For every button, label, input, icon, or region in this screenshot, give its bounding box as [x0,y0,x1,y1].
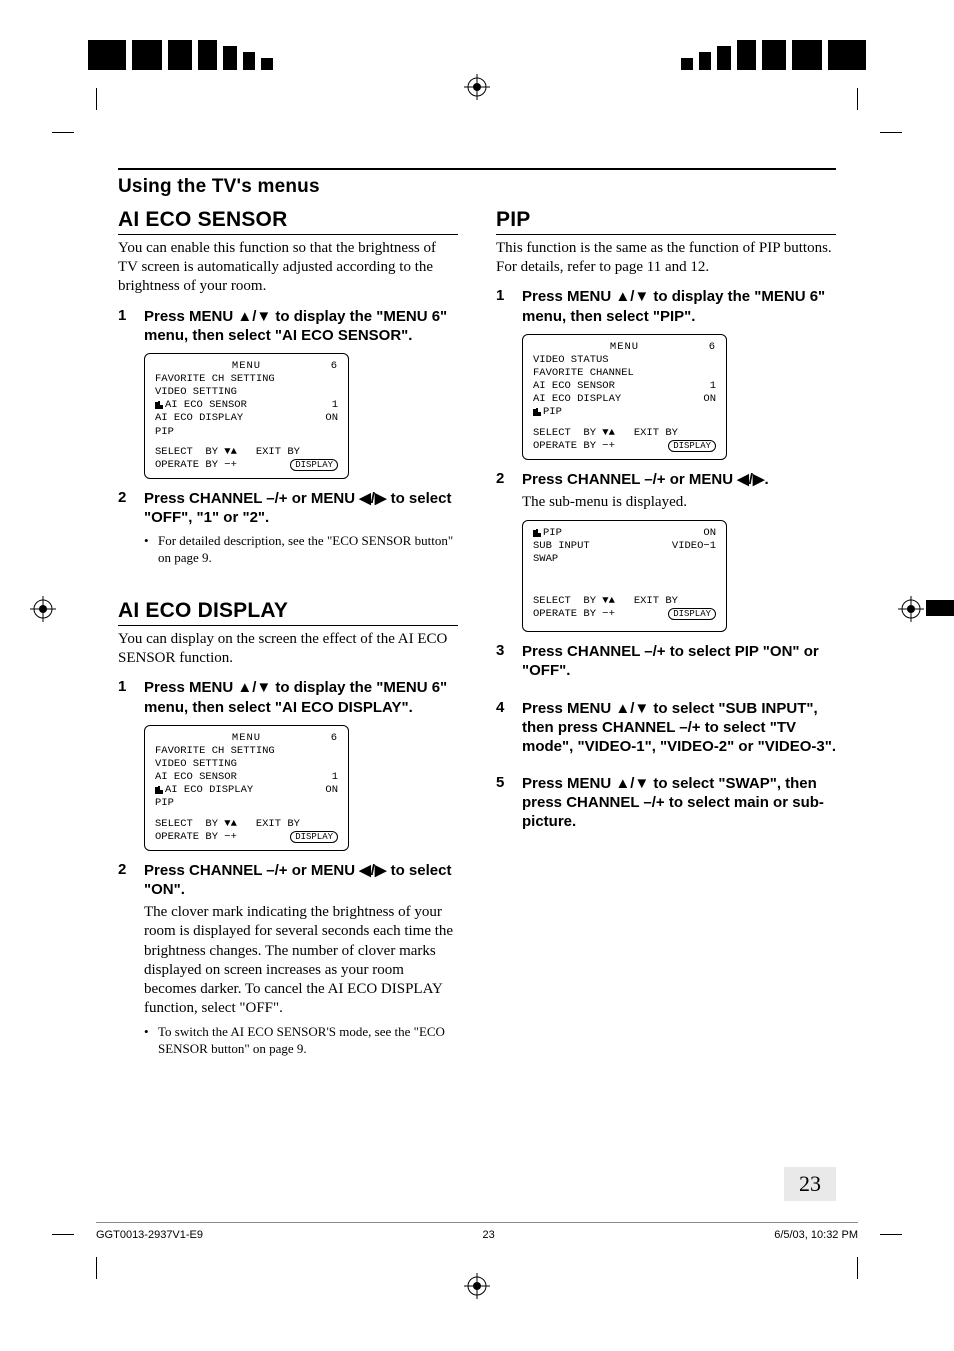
page-number-text: 23 [799,1171,821,1197]
footer-page: 23 [482,1229,494,1241]
step-instruction: Press CHANNEL –/+ to select PIP "ON" or … [522,642,836,680]
ai-eco-sensor-heading: AI ECO SENSOR [118,208,458,235]
section-rule [118,168,836,170]
step-number: 1 [118,307,134,345]
footer-timestamp: 6/5/03, 10:32 PM [774,1229,858,1241]
ai-eco-sensor-step2: 2 Press CHANNEL –/+ or MENU ◀/▶ to selec… [118,489,458,567]
pip-intro: This function is the same as the functio… [496,239,836,277]
step-instruction: Press MENU ▲/▼ to select "SWAP", then pr… [522,774,836,832]
ai-eco-display-heading: AI ECO DISPLAY [118,599,458,626]
pip-step5: 5 Press MENU ▲/▼ to select "SWAP", then … [496,774,836,832]
osd-pip-submenu: PIPONSUB INPUTVIDEO−1SWAPSELECT BY ▼▲ EX… [522,520,727,632]
note-text: For detailed description, see the "ECO S… [158,533,458,567]
step-note: •For detailed description, see the "ECO … [144,533,458,567]
pointer-hand-icon [529,528,541,538]
footer-doc-id: GGT0013-2937V1-E9 [96,1229,203,1241]
osd-pip-menu: MENU6VIDEO STATUSFAVORITE CHANNELAI ECO … [522,334,727,460]
step-note: •To switch the AI ECO SENSOR'S mode, see… [144,1024,458,1058]
page-content: Using the TV's menus AI ECO SENSOR You c… [118,168,836,1196]
step-description: The clover mark indicating the brightnes… [144,903,458,1018]
pointer-hand-icon [151,785,163,795]
step-instruction: Press CHANNEL –/+ or MENU ◀/▶ to select … [144,861,458,899]
step-instruction: Press MENU ▲/▼ to display the "MENU 6" m… [144,678,458,716]
step-number: 4 [496,699,512,757]
step-number: 1 [118,678,134,716]
pointer-hand-icon [151,400,163,410]
step-instruction: Press CHANNEL –/+ or MENU ◀/▶ to select … [144,489,458,527]
ai-eco-display-intro: You can display on the screen the effect… [118,630,458,668]
step-instruction: Press MENU ▲/▼ to display the "MENU 6" m… [144,307,458,345]
step-number: 2 [118,861,134,1058]
pip-step2: 2 Press CHANNEL –/+ or MENU ◀/▶. The sub… [496,470,836,512]
ai-eco-display-step1: 1 Press MENU ▲/▼ to display the "MENU 6"… [118,678,458,716]
step-description: The sub-menu is displayed. [522,493,836,512]
note-text: To switch the AI ECO SENSOR'S mode, see … [158,1024,458,1058]
osd-ai-eco-display: MENU6FAVORITE CH SETTINGVIDEO SETTINGAI … [144,725,349,851]
page-number: 23 [784,1167,836,1201]
pip-step1: 1 Press MENU ▲/▼ to display the "MENU 6"… [496,287,836,325]
ai-eco-sensor-intro: You can enable this function so that the… [118,239,458,297]
step-number: 1 [496,287,512,325]
section-header: Using the TV's menus [118,176,836,198]
registration-mark-top-icon [464,74,490,100]
registration-mark-right-icon [898,596,924,622]
pip-heading: PIP [496,208,836,235]
step-instruction: Press MENU ▲/▼ to display the "MENU 6" m… [522,287,836,325]
ai-eco-display-step2: 2 Press CHANNEL –/+ or MENU ◀/▶ to selec… [118,861,458,1058]
right-column: PIP This function is the same as the fun… [496,208,836,1066]
pip-step4: 4 Press MENU ▲/▼ to select "SUB INPUT", … [496,699,836,757]
step-instruction: Press MENU ▲/▼ to select "SUB INPUT", th… [522,699,836,757]
registration-mark-left-icon [30,596,56,622]
step-number: 3 [496,642,512,680]
registration-mark-bottom-icon [464,1273,490,1299]
pip-step3: 3 Press CHANNEL –/+ to select PIP "ON" o… [496,642,836,680]
ai-eco-sensor-step1: 1 Press MENU ▲/▼ to display the "MENU 6"… [118,307,458,345]
edge-tab-marker [926,600,954,616]
left-column: AI ECO SENSOR You can enable this functi… [118,208,458,1066]
print-footer: GGT0013-2937V1-E9 23 6/5/03, 10:32 PM [96,1222,858,1241]
step-number: 2 [496,470,512,512]
step-instruction: Press CHANNEL –/+ or MENU ◀/▶. [522,470,836,489]
step-number: 2 [118,489,134,567]
step-number: 5 [496,774,512,832]
osd-ai-eco-sensor: MENU6FAVORITE CH SETTINGVIDEO SETTINGAI … [144,353,349,479]
pointer-hand-icon [529,407,541,417]
